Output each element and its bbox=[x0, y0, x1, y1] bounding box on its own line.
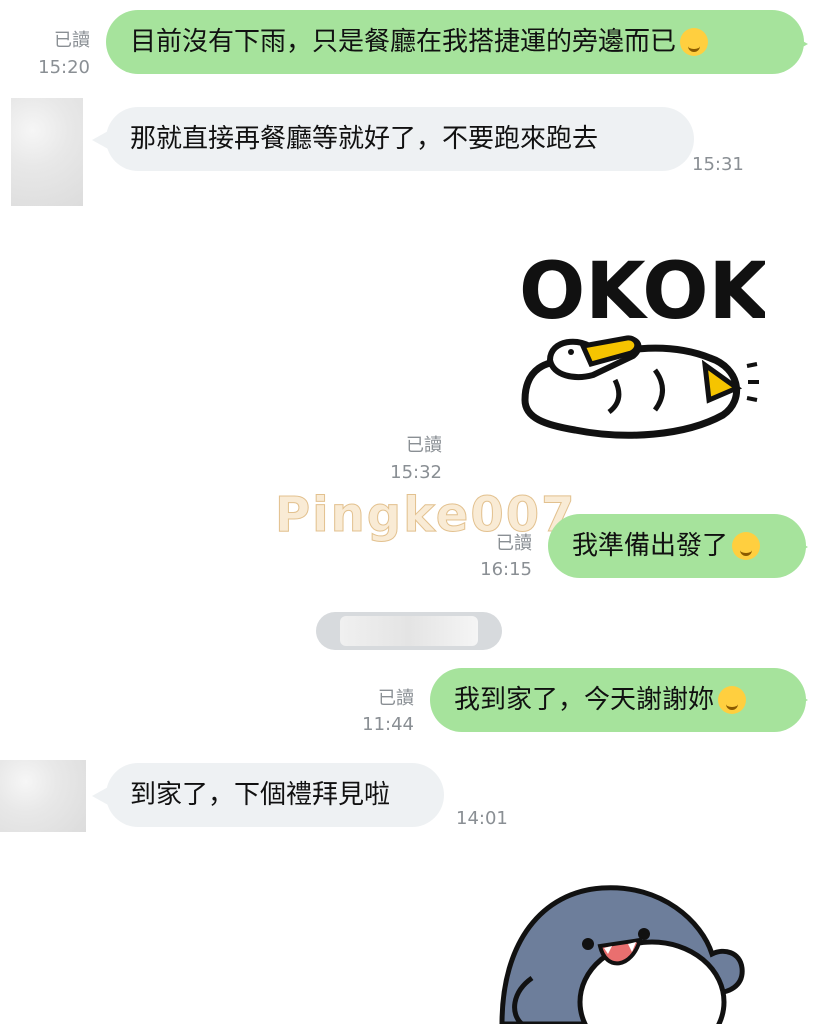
message-bubble[interactable]: 我準備出發了 bbox=[548, 514, 806, 578]
okok-sticker[interactable]: OKOK bbox=[505, 240, 772, 450]
bubble-tail bbox=[790, 690, 808, 710]
avatar[interactable] bbox=[11, 98, 83, 206]
smile-emoji-icon bbox=[732, 532, 761, 560]
read-status: 已讀 bbox=[54, 30, 90, 51]
message-bubble[interactable]: 目前沒有下雨，只是餐廳在我搭捷運的旁邊而已 bbox=[106, 10, 804, 74]
dolphin-sticker[interactable] bbox=[492, 882, 752, 1028]
timestamp: 11:44 bbox=[362, 714, 414, 735]
dolphin-sticker-icon bbox=[499, 885, 745, 1028]
message-bubble[interactable]: 到家了，下個禮拜見啦 bbox=[106, 763, 444, 827]
message-text: 到家了，下個禮拜見啦 bbox=[130, 780, 391, 810]
read-status: 已讀 bbox=[406, 435, 442, 456]
read-status: 已讀 bbox=[496, 533, 532, 554]
blurred-date bbox=[340, 616, 478, 646]
timestamp: 15:31 bbox=[692, 154, 744, 175]
sticker-text: OKOK bbox=[519, 247, 765, 337]
message-text: 我到家了，今天謝謝妳 bbox=[454, 685, 715, 715]
bubble-tail bbox=[790, 537, 808, 557]
date-divider bbox=[316, 612, 502, 650]
smiling-hearts-emoji-icon bbox=[718, 686, 747, 714]
message-text: 那就直接再餐廳等就好了，不要跑來跑去 bbox=[130, 124, 599, 154]
read-status: 已讀 bbox=[378, 688, 414, 709]
avatar[interactable] bbox=[0, 760, 86, 832]
duck-sticker-icon: OKOK bbox=[519, 247, 772, 439]
timestamp: 16:15 bbox=[480, 559, 532, 580]
message-text: 我準備出發了 bbox=[572, 531, 729, 561]
timestamp: 14:01 bbox=[456, 808, 508, 829]
rofl-emoji-icon bbox=[680, 28, 709, 56]
bubble-tail bbox=[790, 34, 808, 54]
message-bubble[interactable]: 我到家了，今天謝謝妳 bbox=[430, 668, 806, 732]
message-text: 目前沒有下雨，只是餐廳在我搭捷運的旁邊而已 bbox=[130, 27, 677, 57]
timestamp: 15:20 bbox=[38, 57, 90, 78]
message-bubble[interactable]: 那就直接再餐廳等就好了，不要跑來跑去 bbox=[106, 107, 694, 171]
timestamp: 15:32 bbox=[390, 462, 442, 483]
